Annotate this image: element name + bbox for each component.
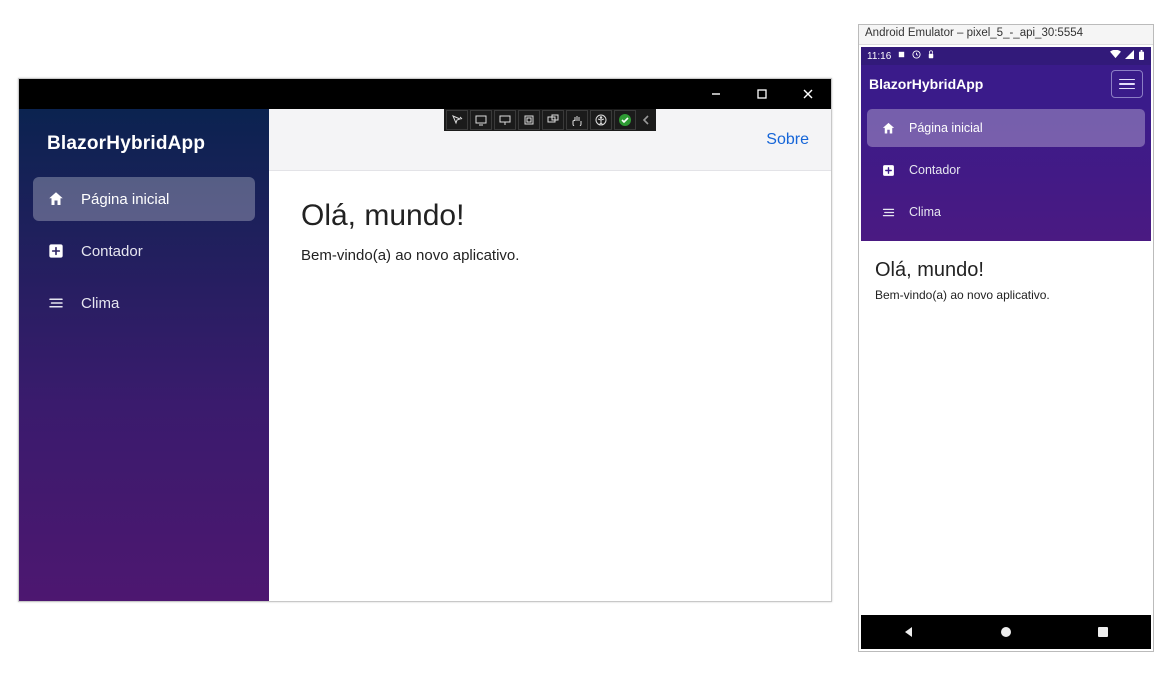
app-brand: BlazorHybridApp <box>19 115 269 177</box>
mobile-nav-item-weather[interactable]: Clima <box>867 193 1145 231</box>
page-heading: Olá, mundo! <box>301 199 799 233</box>
about-link[interactable]: Sobre <box>766 131 809 149</box>
android-emulator-window: Android Emulator – pixel_5_-_api_30:5554… <box>858 24 1154 652</box>
content-area: Sobre Olá, mundo! Bem-vindo(a) ao novo a… <box>269 109 831 601</box>
devtool-collapse-icon[interactable] <box>638 110 654 130</box>
sidebar-item-home[interactable]: Página inicial <box>33 177 255 221</box>
sidebar-item-weather[interactable]: Clima <box>33 281 255 325</box>
devtool-box-icon[interactable] <box>518 110 540 130</box>
emulator-titlebar: Android Emulator – pixel_5_-_api_30:5554 <box>859 25 1153 45</box>
phone-screen: 11:16 <box>861 47 1151 649</box>
sidebar-item-label: Contador <box>81 243 143 260</box>
sidebar-item-label: Clima <box>81 295 119 312</box>
sidebar-nav: Página inicial Contador Clima <box>19 177 269 325</box>
mobile-page-heading: Olá, mundo! <box>875 259 1137 282</box>
window-maximize-button[interactable] <box>739 79 785 109</box>
mobile-nav-item-home[interactable]: Página inicial <box>867 109 1145 147</box>
content-topbar: Sobre <box>269 109 831 171</box>
devtool-pointer-icon[interactable] <box>446 110 468 130</box>
sidebar: BlazorHybridApp Página inicial Contador <box>19 109 269 601</box>
mobile-nav-label: Página inicial <box>909 121 983 135</box>
list-icon <box>47 294 65 312</box>
softkey-home-icon[interactable] <box>998 624 1014 640</box>
android-statusbar: 11:16 <box>861 47 1151 65</box>
mobile-nav-item-counter[interactable]: Contador <box>867 151 1145 189</box>
mobile-content: Olá, mundo! Bem-vindo(a) ao novo aplicat… <box>861 241 1151 615</box>
home-icon <box>879 119 897 137</box>
hamburger-menu-button[interactable] <box>1111 70 1143 98</box>
status-clock-icon <box>912 50 921 62</box>
window-close-button[interactable] <box>785 79 831 109</box>
softkey-back-icon[interactable] <box>901 624 917 640</box>
appbar-title: BlazorHybridApp <box>869 76 983 92</box>
status-wifi-icon <box>1110 50 1121 62</box>
devtool-accessibility-icon[interactable] <box>590 110 612 130</box>
page-subtext: Bem-vindo(a) ao novo aplicativo. <box>301 247 799 264</box>
page-body: Olá, mundo! Bem-vindo(a) ao novo aplicat… <box>269 171 831 292</box>
devtool-screen-icon[interactable] <box>470 110 492 130</box>
mobile-nav-label: Contador <box>909 163 960 177</box>
sidebar-item-label: Página inicial <box>81 191 169 208</box>
devtool-status-ok-icon[interactable] <box>614 110 636 130</box>
mobile-nav-label: Clima <box>909 205 941 219</box>
devtool-monitor-icon[interactable] <box>494 110 516 130</box>
app-appbar: BlazorHybridApp <box>861 65 1151 103</box>
plus-square-icon <box>879 161 897 179</box>
android-softkeys <box>861 615 1151 649</box>
window-minimize-button[interactable] <box>693 79 739 109</box>
desktop-window: BlazorHybridApp Página inicial Contador <box>18 78 832 602</box>
status-debug-icon <box>897 50 906 62</box>
status-signal-icon <box>1125 50 1134 62</box>
sidebar-item-counter[interactable]: Contador <box>33 229 255 273</box>
window-titlebar <box>19 79 831 109</box>
plus-square-icon <box>47 242 65 260</box>
mobile-nav: Página inicial Contador Clima <box>861 103 1151 241</box>
devtool-screens-icon[interactable] <box>542 110 564 130</box>
devtool-hand-icon[interactable] <box>566 110 588 130</box>
status-battery-icon <box>1138 50 1145 63</box>
softkey-recents-icon[interactable] <box>1095 624 1111 640</box>
status-time: 11:16 <box>867 51 891 62</box>
status-lock-icon <box>927 50 935 62</box>
devtools-toolbar <box>444 109 656 131</box>
list-icon <box>879 203 897 221</box>
home-icon <box>47 190 65 208</box>
mobile-page-subtext: Bem-vindo(a) ao novo aplicativo. <box>875 288 1137 302</box>
